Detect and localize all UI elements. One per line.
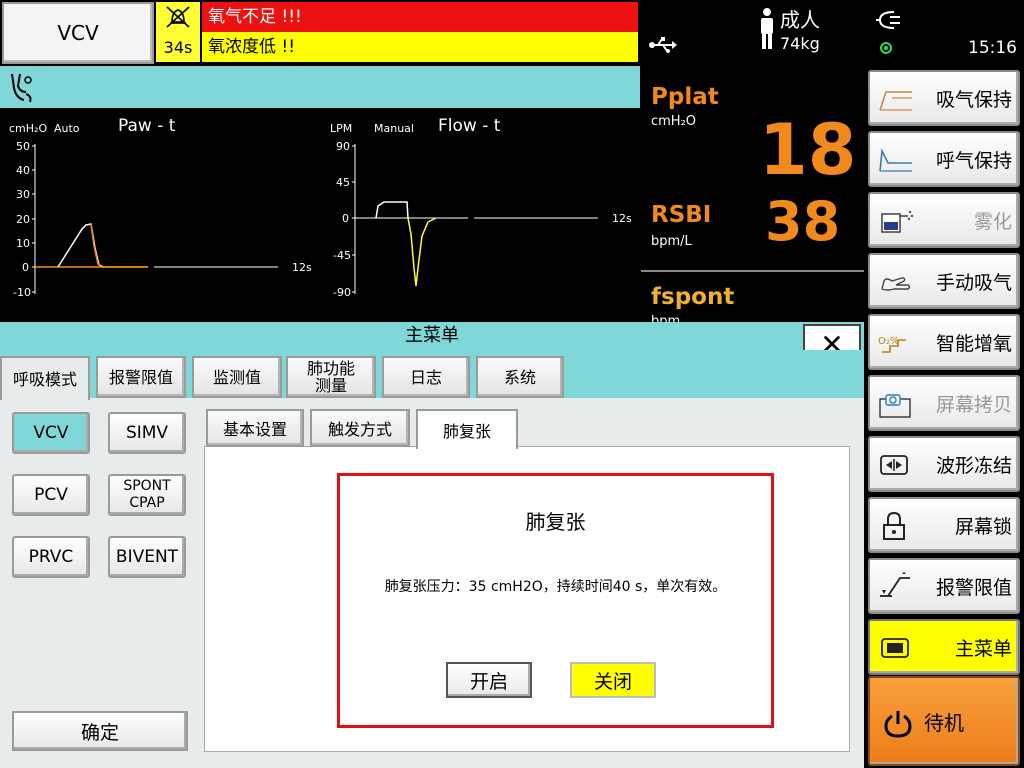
alarm-silence-timer: 34s bbox=[156, 32, 200, 62]
hand-icon bbox=[881, 277, 911, 291]
standby-button[interactable]: 待机 bbox=[868, 676, 1020, 766]
rsbi-value: 38 bbox=[765, 190, 841, 253]
usb-icon bbox=[648, 36, 678, 58]
subtab-trigger[interactable]: 触发方式 bbox=[310, 409, 410, 447]
flow-tick: 45 bbox=[336, 176, 350, 189]
paw-tick: 40 bbox=[16, 164, 30, 177]
pplat-unit: cmH₂O bbox=[651, 114, 697, 129]
inspiratory-hold-button[interactable]: 吸气保持 bbox=[868, 70, 1020, 126]
waveform-area[interactable]: cmH₂O Auto Paw - t LPM Manual Flow - t 5… bbox=[0, 108, 640, 322]
mode-pcv-button[interactable]: PCV bbox=[12, 474, 90, 516]
paw-tick: 10 bbox=[16, 237, 30, 250]
camera-icon bbox=[879, 394, 911, 418]
pplat-value: 18 bbox=[759, 109, 857, 191]
fspont-unit: bpm bbox=[651, 314, 681, 322]
alarm-limits-button[interactable]: 报警限值 bbox=[868, 558, 1020, 614]
screenshot-button[interactable]: 屏幕拷贝 bbox=[868, 375, 1020, 431]
confirm-button[interactable]: 确定 bbox=[12, 711, 188, 751]
tab-log[interactable]: 日志 bbox=[382, 356, 470, 398]
alarm-message-high[interactable]: 氧气不足 !!! bbox=[202, 2, 638, 32]
alarm-message-medium[interactable]: 氧浓度低 !! bbox=[202, 32, 638, 62]
lock-icon bbox=[883, 511, 905, 540]
patient-type[interactable]: 成人 bbox=[780, 4, 820, 33]
tab-breathing-mode[interactable]: 呼吸模式 bbox=[0, 356, 90, 400]
pplat-label: Pplat bbox=[651, 84, 719, 110]
freeze-icon bbox=[880, 455, 908, 475]
expiratory-hold-icon bbox=[879, 148, 912, 172]
screen-lock-label: 屏幕锁 bbox=[954, 515, 1012, 538]
alarm-limits-icon bbox=[880, 572, 910, 597]
mode-prvc-button[interactable]: PRVC bbox=[12, 536, 90, 578]
power-status-indicator bbox=[880, 42, 892, 54]
inspiratory-hold-label: 吸气保持 bbox=[935, 88, 1012, 111]
mode-spont-cpap-button[interactable]: SPONT CPAP bbox=[108, 474, 186, 516]
fspont-label: fspont bbox=[651, 284, 735, 310]
flow-tick: 0 bbox=[342, 212, 349, 225]
values-divider bbox=[641, 270, 864, 272]
waveform-header bbox=[0, 66, 640, 108]
paw-tick: -10 bbox=[13, 286, 31, 299]
screenshot-label: 屏幕拷贝 bbox=[935, 393, 1012, 416]
lung-recruitment-description: 肺复张压力：35 cmH2O，持续时间40 s，单次有效。 bbox=[384, 579, 727, 595]
flow-tick: -90 bbox=[333, 286, 351, 299]
flow-tick: 90 bbox=[336, 140, 350, 153]
paw-tick: 30 bbox=[16, 188, 30, 201]
main-menu-label: 主菜单 bbox=[954, 637, 1012, 660]
nebulizer-icon bbox=[881, 210, 914, 233]
o2-percent-icon: O₂% bbox=[878, 336, 906, 353]
power-icon bbox=[884, 711, 912, 738]
alarm-limits-label: 报警限值 bbox=[935, 576, 1012, 599]
clock: 15:16 bbox=[968, 38, 1017, 58]
o2-boost-label: 智能增氧 bbox=[935, 332, 1012, 355]
freeze-waveform-button[interactable]: 波形冻结 bbox=[868, 436, 1020, 492]
ventilation-mode-indicator[interactable]: VCV bbox=[2, 2, 154, 64]
paw-tick: 50 bbox=[16, 140, 30, 153]
tab-alarm-limits[interactable]: 报警限值 bbox=[96, 356, 186, 398]
monitor-icon bbox=[881, 638, 909, 658]
recruitment-on-button[interactable]: 开启 bbox=[446, 662, 532, 698]
tab-lung-function[interactable]: 肺功能 测量 bbox=[286, 356, 376, 398]
freeze-waveform-label: 波形冻结 bbox=[935, 454, 1012, 477]
subtab-basic-settings[interactable]: 基本设置 bbox=[206, 409, 304, 447]
nebulizer-label: 雾化 bbox=[973, 210, 1012, 233]
screen-lock-button[interactable]: 屏幕锁 bbox=[868, 497, 1020, 553]
alarm-silenced-icon[interactable] bbox=[156, 2, 200, 32]
manual-breath-button[interactable]: 手动吸气 bbox=[868, 253, 1020, 309]
patient-weight[interactable]: 74kg bbox=[780, 34, 820, 53]
mode-bivent-button[interactable]: BIVENT bbox=[108, 536, 186, 578]
expiratory-hold-button[interactable]: 呼气保持 bbox=[868, 131, 1020, 187]
patient-circuit-icon[interactable] bbox=[6, 70, 36, 106]
mode-simv-button[interactable]: SIMV bbox=[108, 412, 186, 454]
lung-recruitment-title: 肺复张 bbox=[525, 510, 586, 534]
main-menu-button[interactable]: 主菜单 bbox=[868, 619, 1020, 675]
paw-x-end: 12s bbox=[292, 261, 312, 274]
rsbi-unit: bpm/L bbox=[651, 234, 692, 249]
flow-tick: -45 bbox=[333, 249, 351, 262]
expiratory-hold-label: 呼气保持 bbox=[935, 149, 1012, 172]
monitoring-values[interactable]: Pplat cmH₂O 18 RSBI bpm/L 38 fspont bpm bbox=[641, 66, 864, 322]
recruitment-off-button[interactable]: 关闭 bbox=[570, 662, 656, 698]
paw-tick: 0 bbox=[22, 261, 29, 274]
inspiratory-hold-icon bbox=[879, 91, 912, 111]
adult-patient-icon bbox=[758, 8, 776, 54]
manual-breath-label: 手动吸气 bbox=[935, 271, 1012, 294]
paw-tick: 20 bbox=[16, 213, 30, 226]
ac-power-icon bbox=[876, 8, 902, 36]
tab-monitoring[interactable]: 监测值 bbox=[192, 356, 282, 398]
standby-label: 待机 bbox=[924, 710, 964, 735]
waveform-graphs bbox=[32, 144, 598, 294]
mode-vcv-button[interactable]: VCV bbox=[12, 412, 90, 454]
nebulizer-button[interactable]: 雾化 bbox=[868, 192, 1020, 248]
subtab-lung-recruitment[interactable]: 肺复张 bbox=[416, 409, 518, 449]
tab-system[interactable]: 系统 bbox=[476, 356, 564, 398]
flow-x-end: 12s bbox=[612, 212, 632, 225]
main-menu-title: 主菜单 bbox=[0, 322, 864, 350]
o2-boost-button[interactable]: O₂% 智能增氧 bbox=[868, 314, 1020, 370]
rsbi-label: RSBI bbox=[651, 202, 712, 228]
